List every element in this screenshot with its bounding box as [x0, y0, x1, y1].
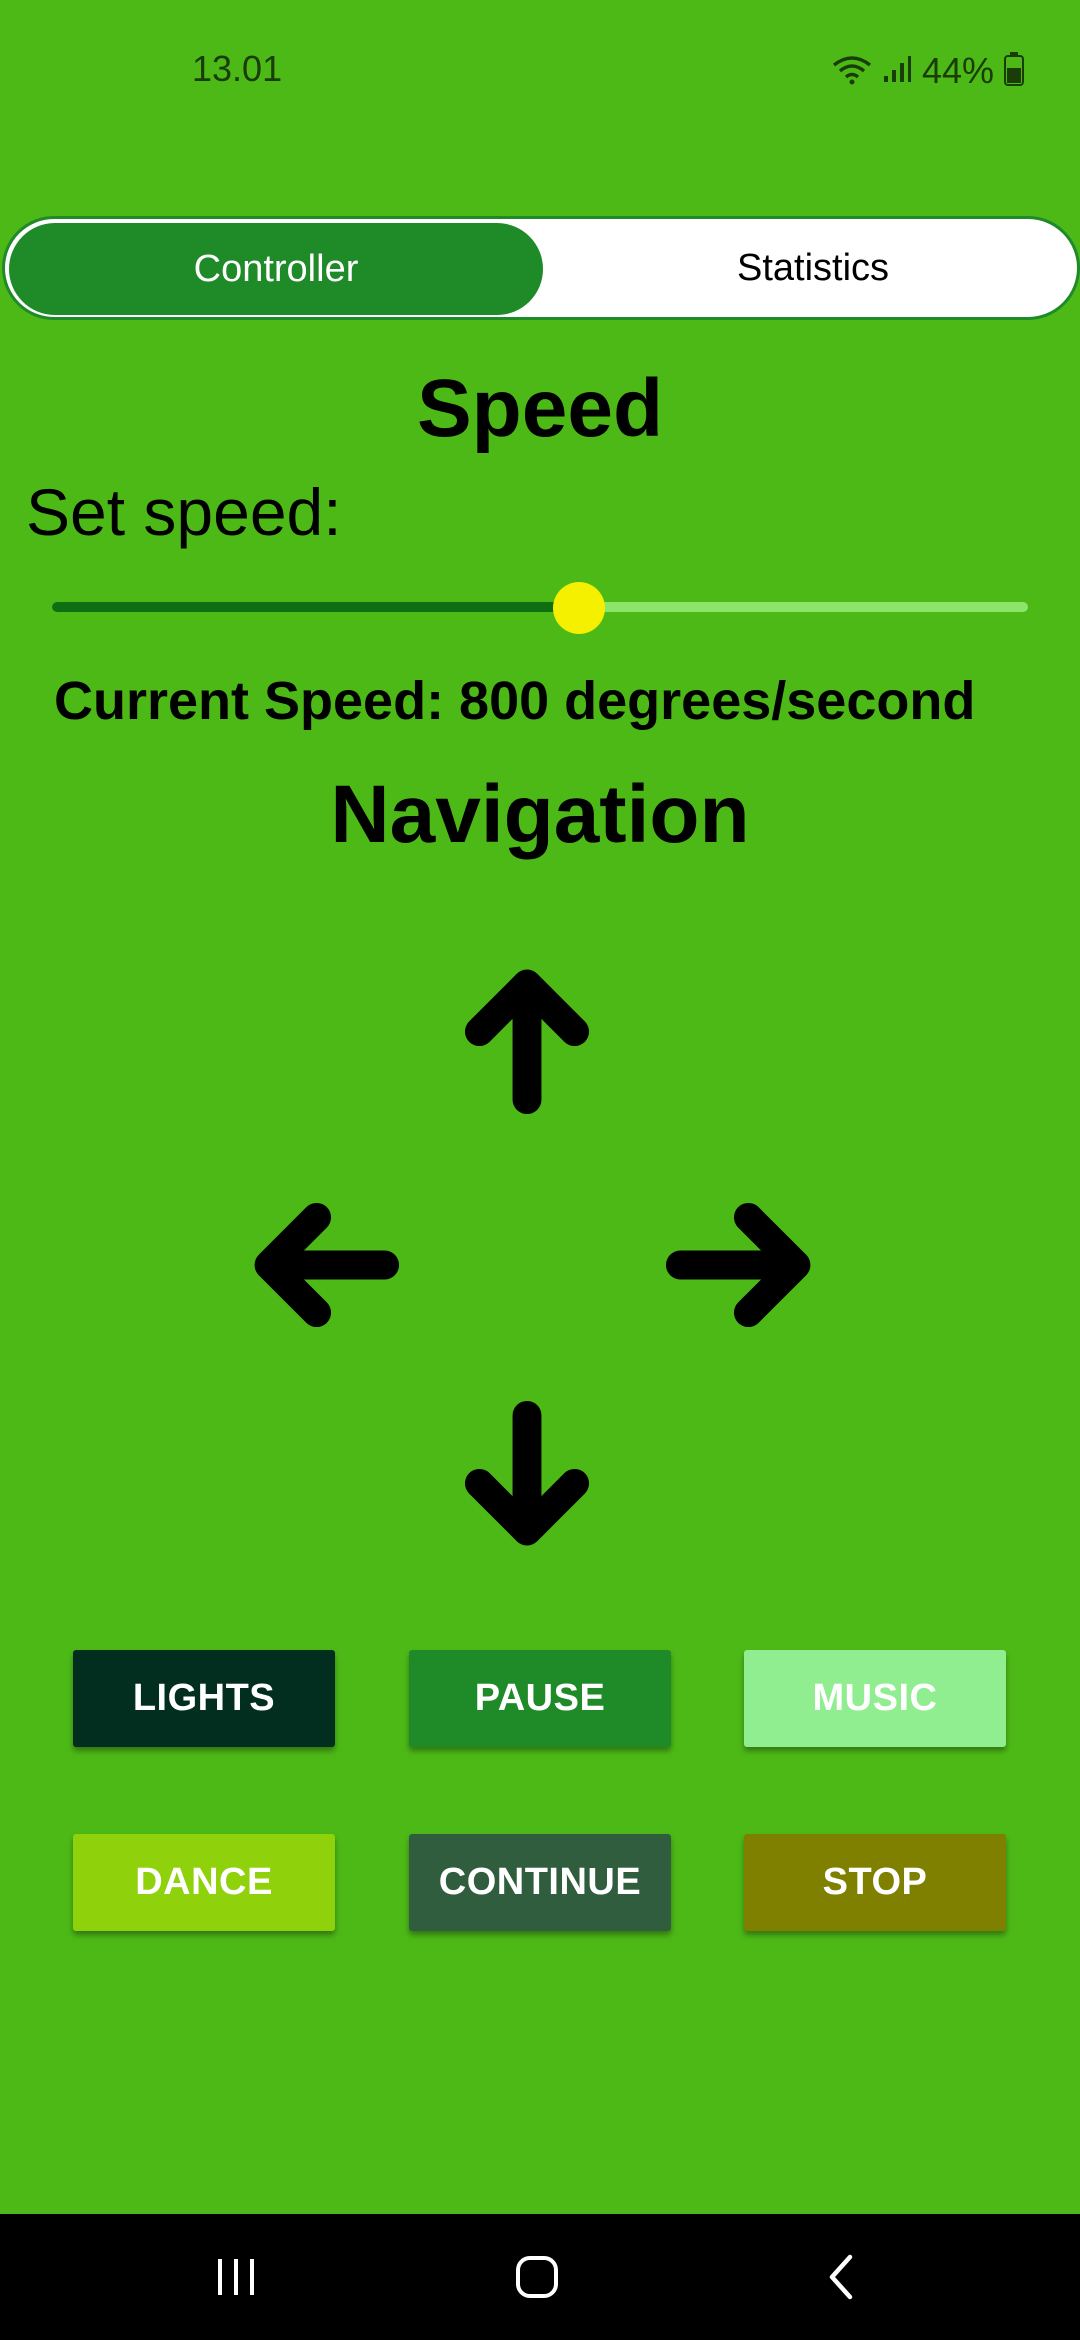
music-button[interactable]: MUSIC [744, 1650, 1006, 1747]
speed-slider[interactable] [52, 582, 1028, 634]
arrow-left-button[interactable] [235, 1180, 405, 1350]
battery-icon [1004, 51, 1024, 91]
speed-heading: Speed [416, 363, 664, 454]
recents-button[interactable] [166, 2214, 306, 2340]
back-icon [829, 2254, 853, 2300]
home-button[interactable] [467, 2214, 607, 2340]
back-button[interactable] [772, 2214, 912, 2340]
current-speed-text: Current Speed: 800 degrees/second [54, 671, 976, 731]
set-speed-label: Set speed: [26, 475, 342, 549]
status-time: 13.01 [192, 48, 283, 89]
wifi-icon [832, 53, 872, 90]
lights-button[interactable]: LIGHTS [73, 1650, 335, 1747]
dance-button[interactable]: DANCE [73, 1834, 335, 1931]
recents-icon [218, 2259, 254, 2295]
tab-bar: Controller Statistics [2, 216, 1080, 320]
home-icon [516, 2256, 558, 2298]
arrow-right-icon [665, 1202, 811, 1328]
arrow-down-button[interactable] [442, 1395, 612, 1565]
arrow-up-icon [464, 969, 590, 1115]
stop-button[interactable]: STOP [744, 1834, 1006, 1931]
navigation-heading: Navigation [330, 769, 750, 860]
system-nav-bar [0, 2214, 1080, 2340]
signal-icon [882, 54, 912, 89]
arrow-up-button[interactable] [442, 950, 612, 1120]
arrow-down-icon [464, 1400, 590, 1546]
tab-statistics[interactable]: Statistics [545, 219, 1077, 317]
slider-thumb[interactable] [553, 582, 606, 634]
arrow-right-button[interactable] [660, 1180, 830, 1350]
continue-button[interactable]: CONTINUE [409, 1834, 671, 1931]
arrow-left-icon [254, 1202, 400, 1328]
pause-button[interactable]: PAUSE [409, 1650, 671, 1747]
status-icons: 44% [832, 50, 1024, 92]
status-bar: 13.01 44% [0, 0, 1080, 140]
slider-fill [52, 602, 580, 612]
battery-percent: 44% [921, 50, 994, 91]
tab-controller[interactable]: Controller [9, 223, 543, 315]
